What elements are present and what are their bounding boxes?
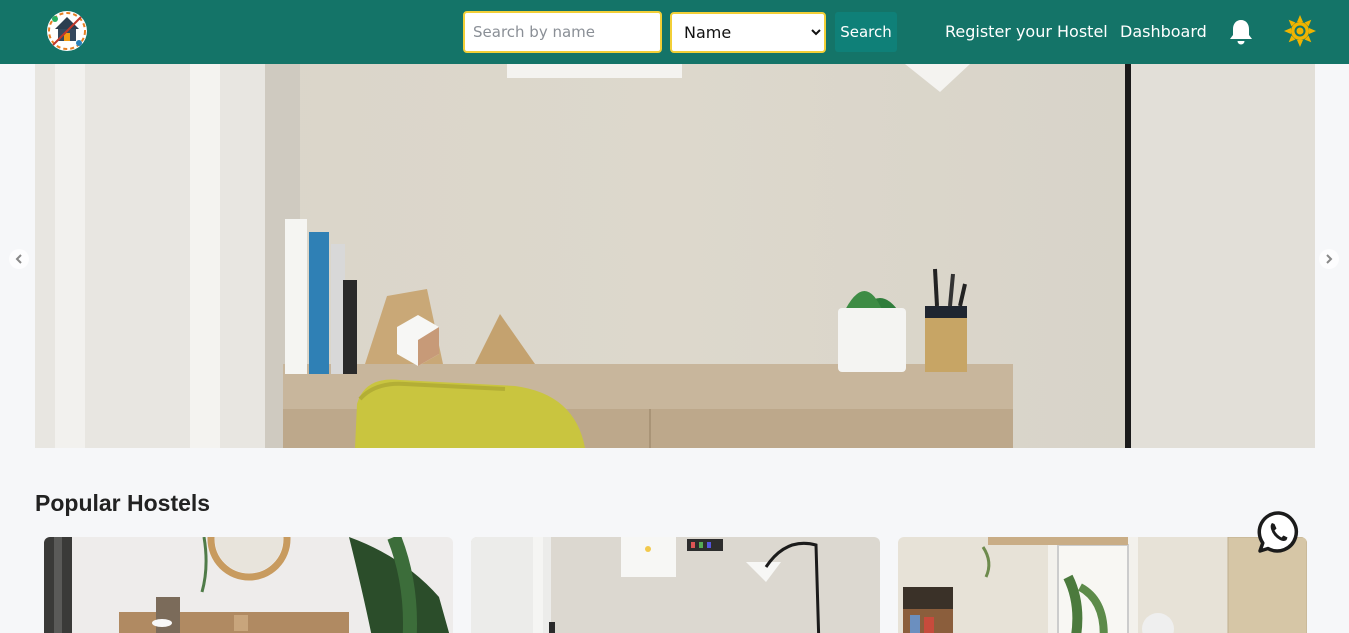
- popular-hostels-title: Popular Hostels: [35, 490, 211, 516]
- hostel-card[interactable]: [44, 537, 453, 633]
- dashboard-link[interactable]: Dashboard: [1120, 22, 1207, 41]
- whatsapp-icon[interactable]: [1257, 510, 1301, 554]
- hostel-card-image: [471, 537, 880, 633]
- hero-desk-image: [35, 64, 1315, 448]
- hero-carousel: [35, 64, 1315, 448]
- search-filter-select[interactable]: Name: [670, 12, 826, 53]
- carousel-prev-button[interactable]: [9, 249, 29, 269]
- chevron-right-icon: [1326, 254, 1333, 264]
- hostel-logo[interactable]: [45, 9, 89, 53]
- search-button[interactable]: Search: [835, 12, 897, 52]
- carousel-next-button[interactable]: [1319, 249, 1339, 269]
- sun-icon[interactable]: [1283, 14, 1317, 48]
- search-input[interactable]: [463, 11, 662, 53]
- chevron-left-icon: [15, 254, 22, 264]
- hostel-card-image: [898, 537, 1307, 633]
- register-hostel-link[interactable]: Register your Hostel: [945, 22, 1108, 41]
- bell-icon[interactable]: [1228, 18, 1254, 46]
- navbar: Name Search Register your Hostel Dashboa…: [0, 0, 1349, 64]
- hostel-card-image: [44, 537, 453, 633]
- hostel-card[interactable]: [898, 537, 1307, 633]
- hostel-card[interactable]: [471, 537, 880, 633]
